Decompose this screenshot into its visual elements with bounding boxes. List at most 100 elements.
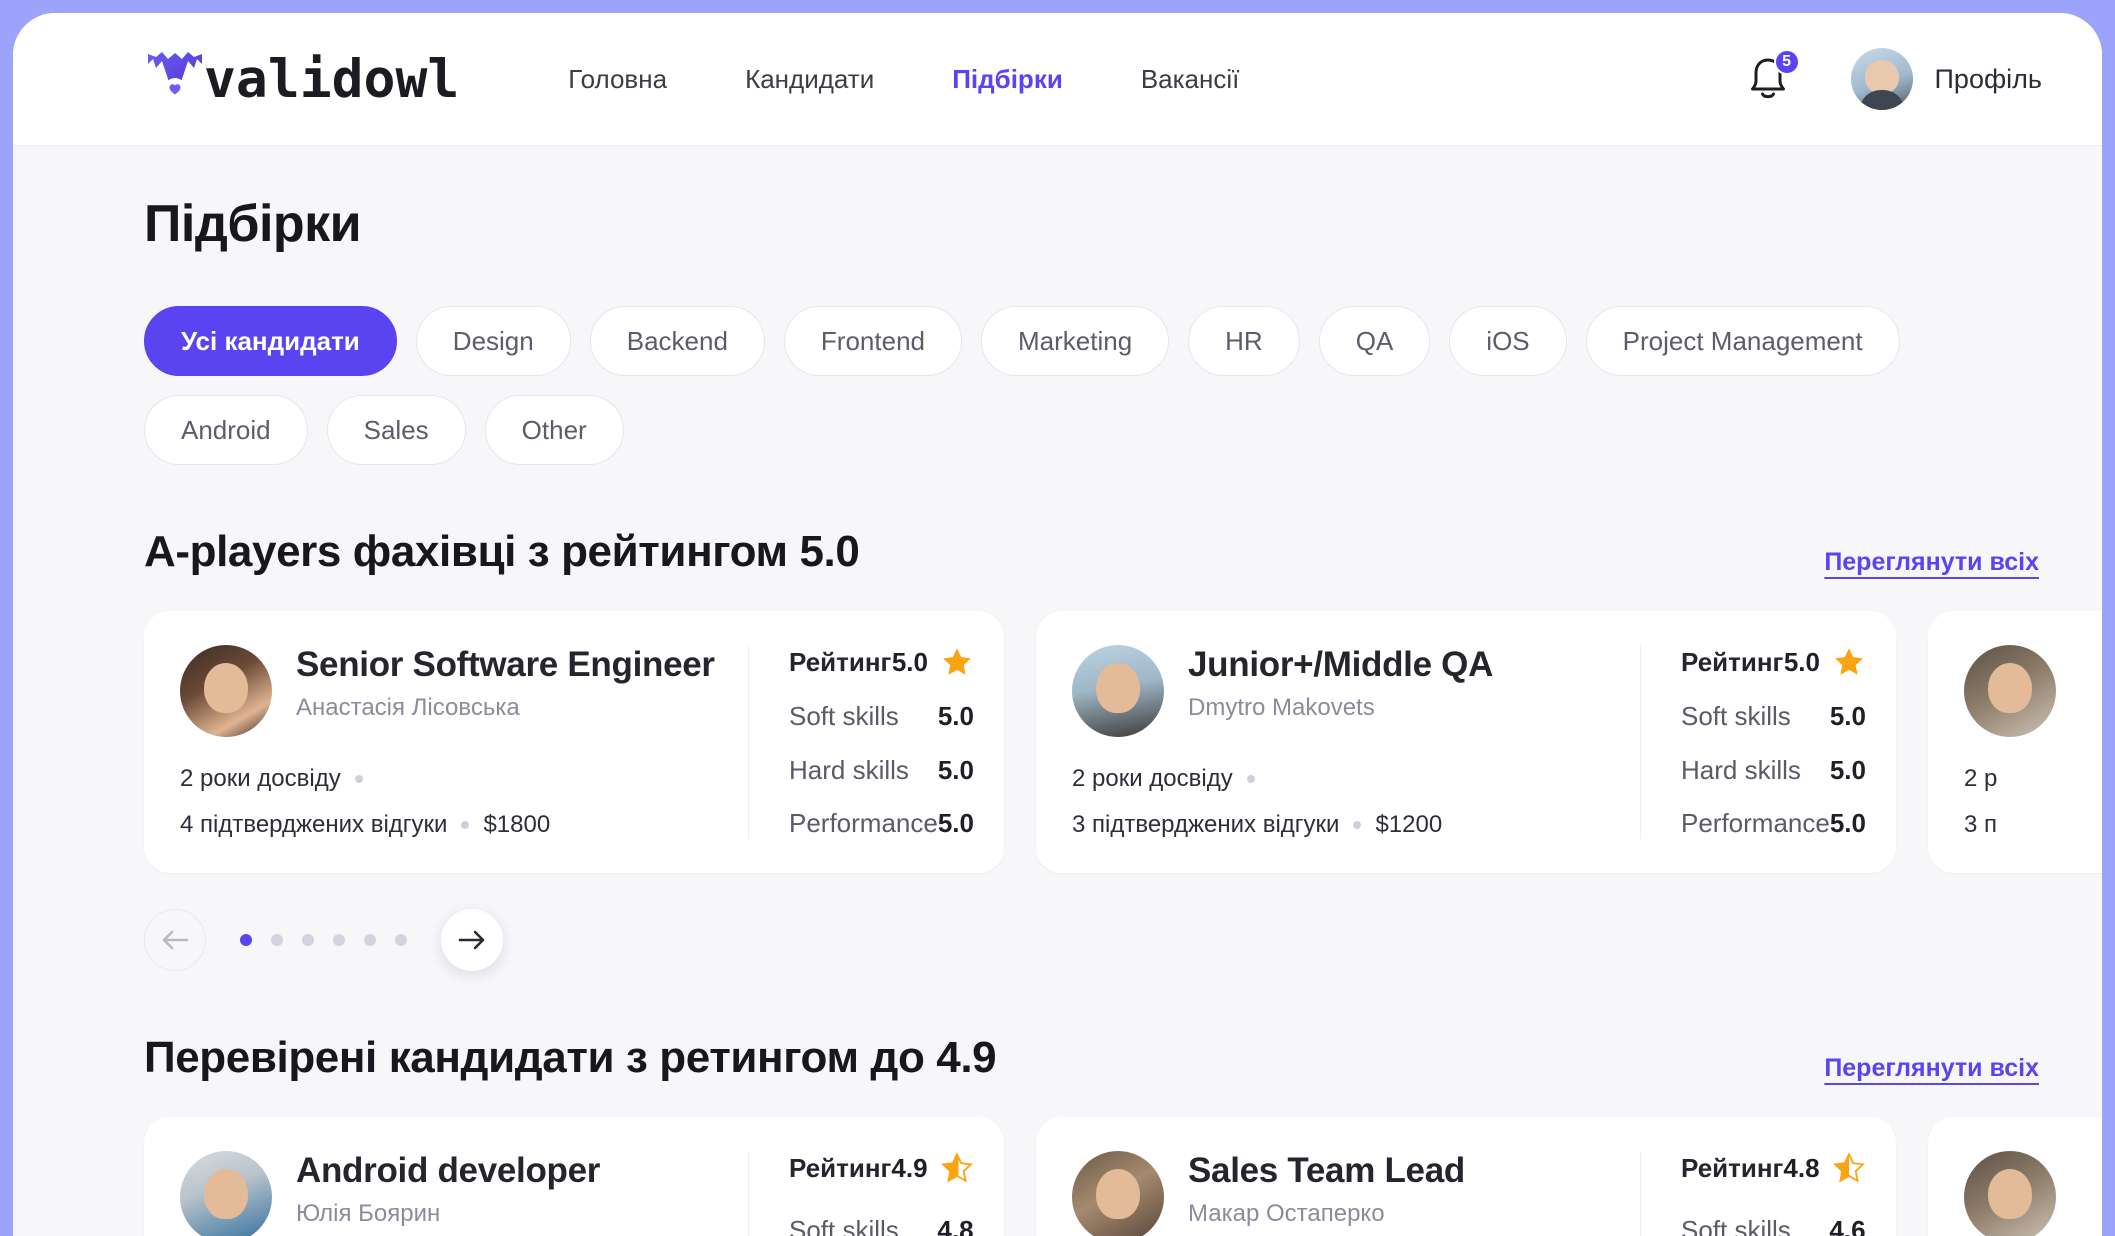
reviews-text: 3 п [1964, 811, 1998, 838]
score-rating: Рейтинг 5.0 [789, 645, 974, 679]
nav-item-candidates[interactable]: Кандидати [745, 64, 874, 95]
carousel-dot[interactable] [395, 934, 407, 946]
candidate-card[interactable]: Android developer Юлія Боярин Рейтинг 4.… [144, 1117, 1004, 1236]
card-main: Sales Team Lead Макар Остаперко [1072, 1151, 1612, 1236]
score-label: Performance [789, 807, 938, 838]
score-value: 4.6 [1829, 1215, 1866, 1236]
section-title: Перевірені кандидати з ретингом до 4.9 [144, 1033, 997, 1082]
avatar [1850, 48, 1913, 110]
card-main: 2 р 3 п [1964, 645, 2102, 839]
candidate-cards-carousel: Android developer Юлія Боярин Рейтинг 4.… [144, 1117, 2102, 1236]
candidate-avatar [180, 1151, 272, 1236]
chip-other[interactable]: Other [484, 395, 624, 465]
profile-label: Профіль [1934, 63, 2042, 94]
nav-item-vacancies[interactable]: Вакансії [1141, 64, 1240, 95]
view-all-link[interactable]: Переглянути всіх [1824, 1054, 2039, 1083]
top-navigation-bar: validowl Головна Кандидати Підбірки Вака… [13, 13, 2102, 146]
section-verified-candidates: Перевірені кандидати з ретингом до 4.9 П… [144, 1033, 2102, 1236]
candidate-card[interactable]: Sales Team Lead Макар Остаперко Рейтинг … [1036, 1117, 1896, 1236]
score-soft-skills: Soft skills 4.8 [789, 1215, 974, 1236]
candidate-card[interactable] [1928, 1117, 2102, 1236]
candidate-avatar [1072, 645, 1164, 737]
score-label: Soft skills [789, 1215, 899, 1236]
candidate-card[interactable]: Senior Software Engineer Анастасія Лісов… [144, 611, 1004, 873]
notifications-button[interactable]: 5 [1745, 49, 1800, 104]
chip-qa[interactable]: QA [1318, 306, 1431, 376]
score-label: Soft skills [1681, 1215, 1791, 1236]
owl-heart-logo-icon [148, 52, 202, 100]
score-label: Hard skills [1681, 754, 1801, 785]
brand-logo[interactable]: validowl [144, 48, 459, 110]
chip-all-candidates[interactable]: Усі кандидати [144, 306, 397, 376]
card-main: Senior Software Engineer Анастасія Лісов… [180, 645, 720, 839]
score-value: 5.0 [1829, 754, 1866, 785]
section-header: A-players фахівці з рейтингом 5.0 Перегл… [144, 527, 2042, 577]
chip-ios[interactable]: iOS [1449, 306, 1567, 376]
separator-dot-icon [1246, 775, 1255, 783]
experience-text: 2 роки досвіду [180, 765, 341, 792]
page-title: Підбірки [144, 195, 362, 253]
profile-menu[interactable]: Профіль [1850, 48, 2042, 110]
score-label: Hard skills [789, 754, 909, 785]
score-soft-skills: Soft skills 5.0 [789, 701, 974, 732]
candidate-card[interactable]: Junior+/Middle QA Dmytro Makovets 2 роки… [1036, 611, 1896, 873]
carousel-dot[interactable] [333, 934, 345, 946]
meta-experience-row: 2 роки досвіду [1072, 765, 1612, 793]
chip-backend[interactable]: Backend [589, 306, 765, 376]
card-identity [1964, 645, 2102, 737]
score-value: 5.0 [937, 754, 974, 785]
candidate-name: Юлія Боярин [296, 1199, 441, 1227]
separator-dot-icon [354, 775, 363, 783]
notification-badge: 5 [1773, 49, 1800, 75]
chip-sales[interactable]: Sales [326, 395, 466, 465]
brand-name: validowl [204, 48, 460, 110]
experience-text: 2 роки досвіду [1072, 765, 1233, 792]
card-identity [1964, 1151, 2102, 1236]
reviews-text: 4 підтверджених відгуки [180, 811, 448, 838]
carousel-dot[interactable] [271, 934, 283, 946]
candidate-card[interactable]: 2 р 3 п Рейтинг [1928, 611, 2102, 873]
meta-reviews-row: 4 підтверджених відгуки $1800 [180, 811, 720, 839]
score-value: 5.0 [1829, 701, 1866, 732]
card-scores: Рейтинг 5.0 Soft skills 5.0 Hard skills [1640, 645, 1866, 839]
carousel-dot[interactable] [364, 934, 376, 946]
card-scores: Рейтинг 5.0 Soft skills 5.0 Hard skills [748, 645, 974, 839]
score-performance: Performance 5.0 [1681, 808, 1866, 839]
candidate-role: Sales Team Lead [1188, 1151, 1465, 1190]
main-content: Підбірки Усі кандидати Design Backend Fr… [13, 146, 2102, 1236]
card-meta: 2 р 3 п [1964, 765, 2102, 839]
score-value: 4.9 [891, 1152, 928, 1183]
chip-frontend[interactable]: Frontend [783, 306, 962, 376]
carousel-dots [240, 934, 407, 946]
score-rating: Рейтинг 4.9 [789, 1151, 974, 1185]
score-value: 5.0 [891, 646, 928, 677]
score-performance: Performance 5.0 [789, 808, 974, 839]
score-hard-skills: Hard skills 5.0 [789, 755, 974, 786]
experience-text: 2 р [1964, 765, 1998, 792]
nav-item-collections[interactable]: Підбірки [952, 64, 1063, 95]
score-value: 5.0 [937, 807, 974, 838]
chip-marketing[interactable]: Marketing [981, 306, 1170, 376]
chip-hr[interactable]: HR [1188, 306, 1300, 376]
star-half-icon [940, 1152, 973, 1183]
carousel-next-button[interactable] [441, 909, 503, 971]
card-scores: Рейтинг 4.8 Soft skills 4.6 [1640, 1151, 1866, 1236]
chip-project-management[interactable]: Project Management [1585, 306, 1900, 376]
card-scores: Рейтинг 4.9 Soft skills 4.8 [748, 1151, 974, 1236]
separator-dot-icon [1353, 821, 1362, 829]
score-label: Soft skills [789, 701, 899, 732]
view-all-link[interactable]: Переглянути всіх [1824, 548, 2039, 577]
main-nav: Головна Кандидати Підбірки Вакансії [568, 64, 1239, 95]
carousel-dot[interactable] [240, 934, 252, 946]
card-identity: Senior Software Engineer Анастасія Лісов… [180, 645, 720, 737]
score-label: Рейтинг [1681, 1152, 1784, 1183]
card-main: Android developer Юлія Боярин [180, 1151, 720, 1236]
salary-text: $1800 [483, 811, 551, 838]
chip-android[interactable]: Android [144, 395, 308, 465]
carousel-prev-button[interactable] [144, 909, 206, 971]
carousel-dot[interactable] [302, 934, 314, 946]
chip-design[interactable]: Design [415, 306, 571, 376]
nav-item-home[interactable]: Головна [568, 64, 667, 95]
meta-reviews-row: 3 п [1964, 811, 2102, 839]
star-half-icon [1832, 1152, 1865, 1183]
